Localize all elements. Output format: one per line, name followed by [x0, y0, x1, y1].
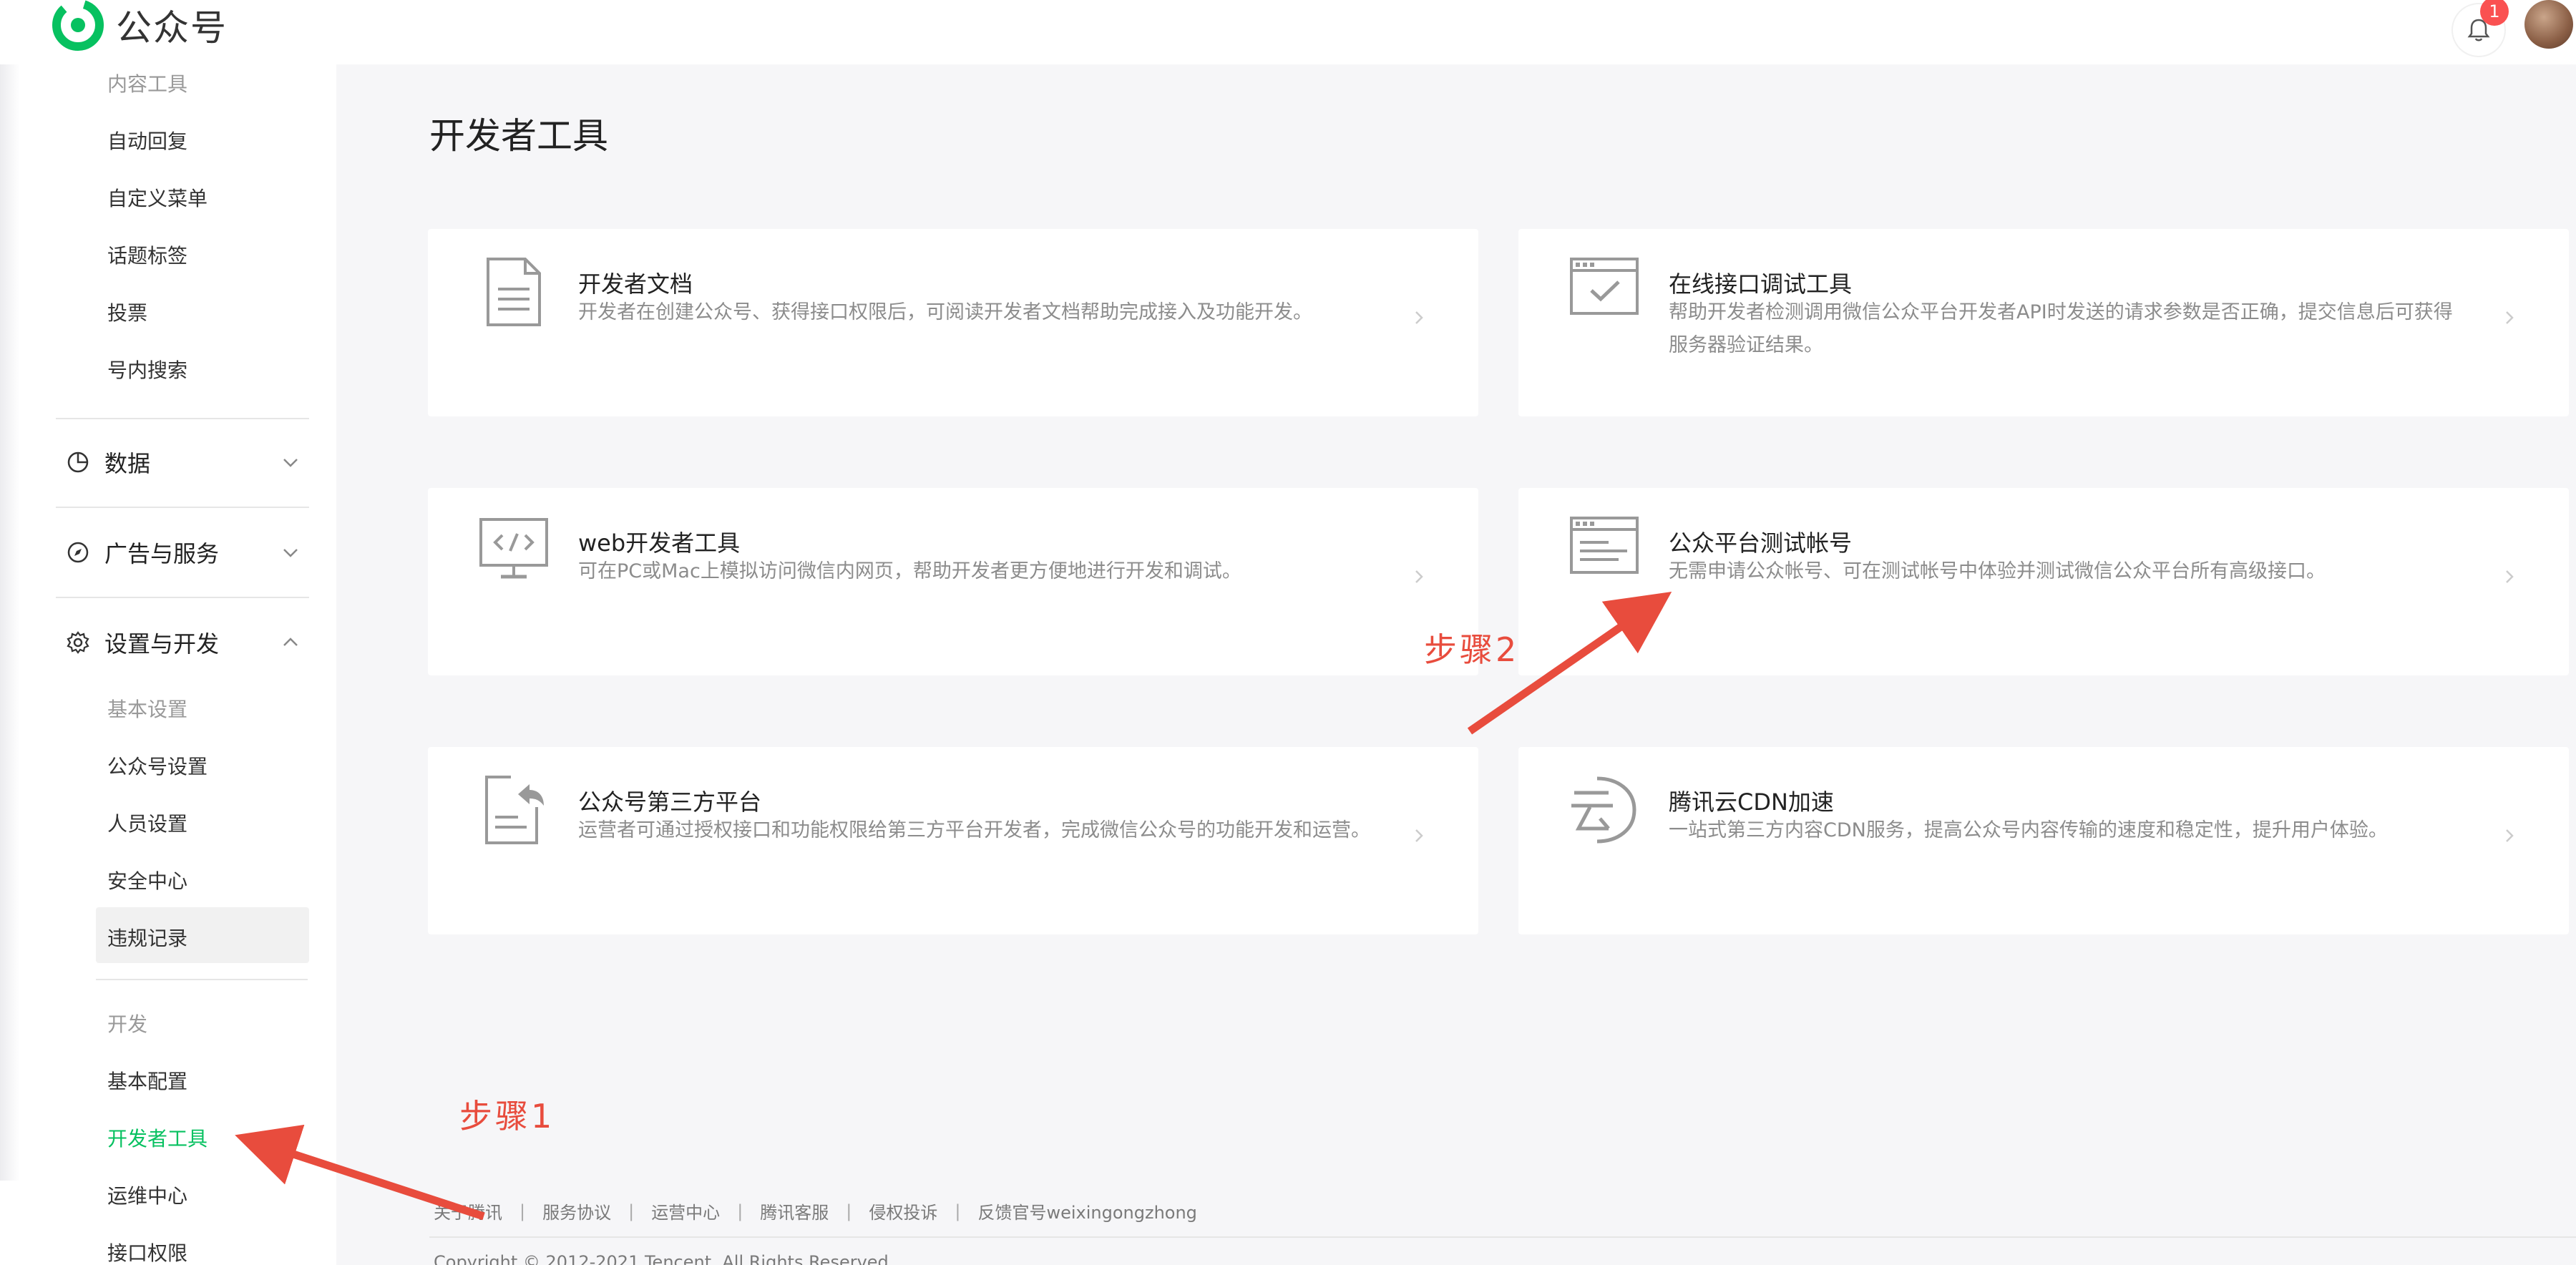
card-title: 腾讯云CDN加速 — [1669, 788, 1834, 816]
sidebar-group-content-tools: 内容工具 — [107, 72, 188, 96]
sidebar-group-basic-settings: 基本设置 — [107, 698, 188, 721]
sidebar-item-account-settings[interactable]: 公众号设置 — [107, 751, 208, 780]
footer-link-service-agreement[interactable]: 服务协议 — [542, 1198, 611, 1224]
sidebar-divider — [56, 597, 309, 598]
sidebar-item-violation-records[interactable]: 违规记录 — [107, 923, 187, 952]
card-api-debug-tool[interactable]: 在线接口调试工具 帮助开发者检测调用微信公众平台开发者API时发送的请求参数是否… — [1518, 229, 2569, 416]
footer-link-ops-center[interactable]: 运营中心 — [651, 1198, 720, 1224]
card-title: 公众平台测试帐号 — [1669, 529, 1853, 557]
sidebar-section-label: 设置与开发 — [104, 630, 220, 658]
sidebar-section-label: 数据 — [104, 450, 151, 477]
sidebar-item-custom-menu[interactable]: 自定义菜单 — [107, 183, 208, 212]
card-description: 运营者可通过授权接口和功能权限给第三方平台开发者，完成微信公众号的功能开发和运营… — [578, 819, 1370, 841]
footer-divider — [429, 1236, 2576, 1238]
card-title: 在线接口调试工具 — [1669, 270, 1853, 298]
card-title: web开发者工具 — [578, 529, 741, 557]
footer-separator: | — [628, 1201, 635, 1221]
cloud-icon — [1571, 776, 1636, 844]
avatar[interactable] — [2524, 0, 2573, 49]
sidebar-group-development: 开发 — [107, 1012, 148, 1036]
sidebar-item-member-settings[interactable]: 人员设置 — [107, 809, 187, 837]
card-description: 无需申请公众帐号、可在测试帐号中体验并测试微信公众平台所有高级接口。 — [1669, 560, 2326, 582]
logo[interactable]: 公众号 — [52, 0, 228, 51]
sidebar-item-security-center[interactable]: 安全中心 — [107, 866, 187, 894]
app-name: 公众号 — [116, 7, 228, 49]
card-description: 可在PC或Mac上模拟访问微信内网页，帮助开发者更方便地进行开发和调试。 — [578, 560, 1241, 582]
sidebar-item-vote[interactable]: 投票 — [107, 298, 147, 326]
card-description: 开发者在创建公众号、获得接口权限后，可阅读开发者文档帮助完成接入及功能开发。 — [578, 301, 1312, 323]
footer-separator: | — [955, 1201, 961, 1221]
sidebar-item-api-permissions[interactable]: 接口权限 — [107, 1238, 187, 1265]
compass-icon — [67, 542, 89, 563]
chevron-down-icon — [283, 549, 298, 557]
sidebar-divider — [96, 979, 308, 980]
footer-link-feedback[interactable]: 反馈官号weixingongzhong — [977, 1198, 1196, 1224]
pie-chart-icon — [67, 451, 89, 473]
document-icon — [487, 258, 541, 326]
top-bar: 公众号 1 — [0, 0, 2576, 64]
gear-icon — [67, 631, 89, 654]
sidebar-item-basic-config[interactable]: 基本配置 — [107, 1066, 187, 1095]
wechat-official-logo-icon — [52, 0, 104, 51]
chevron-down-icon — [283, 459, 298, 467]
footer-link-infringement[interactable]: 侵权投诉 — [869, 1198, 937, 1224]
sidebar-section-data[interactable]: 数据 — [66, 441, 309, 484]
card-title: 开发者文档 — [578, 270, 693, 298]
sidebar-item-auto-reply[interactable]: 自动回复 — [107, 126, 187, 155]
debug-window-icon — [1570, 258, 1639, 315]
sidebar-divider — [56, 507, 309, 508]
card-description: 帮助开发者检测调用微信公众平台开发者API时发送的请求参数是否正确，提交信息后可… — [1669, 301, 2453, 356]
sidebar-section-ads-services[interactable]: 广告与服务 — [66, 531, 309, 574]
chevron-right-icon — [2506, 311, 2514, 324]
sidebar-section-settings-dev[interactable]: 设置与开发 — [66, 621, 309, 664]
card-developer-docs[interactable]: 开发者文档 开发者在创建公众号、获得接口权限后，可阅读开发者文档帮助完成接入及功… — [428, 229, 1478, 416]
notification-badge: 1 — [2480, 0, 2509, 26]
chevron-right-icon — [1415, 829, 1423, 842]
footer-links: 关于腾讯 | 服务协议 | 运营中心 | 腾讯客服 | 侵权投诉 | 反馈官号w… — [434, 1198, 1197, 1224]
chevron-right-icon — [1415, 570, 1423, 583]
card-web-dev-tools[interactable]: web开发者工具 可在PC或Mac上模拟访问微信内网页，帮助开发者更方便地进行开… — [428, 488, 1478, 675]
footer-separator: | — [737, 1201, 743, 1221]
page-title: 开发者工具 — [429, 115, 608, 157]
sidebar-item-developer-tools[interactable]: 开发者工具 — [107, 1123, 208, 1152]
sidebar-item-in-account-search[interactable]: 号内搜索 — [107, 355, 187, 384]
card-test-account[interactable]: 公众平台测试帐号 无需申请公众帐号、可在测试帐号中体验并测试微信公众平台所有高级… — [1518, 488, 2569, 675]
sidebar-divider — [56, 418, 309, 419]
card-description: 一站式第三方内容CDN服务，提高公众号内容传输的速度和稳定性，提升用户体验。 — [1669, 819, 2388, 841]
code-monitor-icon — [479, 518, 548, 579]
sidebar-edge — [0, 64, 20, 1181]
chevron-right-icon — [1415, 311, 1423, 324]
footer-link-about[interactable]: 关于腾讯 — [434, 1198, 502, 1224]
card-third-party-platform[interactable]: 公众号第三方平台 运营者可通过授权接口和功能权限给第三方平台开发者，完成微信公众… — [428, 747, 1478, 934]
step1-label: 步骤1 — [459, 1097, 555, 1135]
card-tencent-cloud-cdn[interactable]: 腾讯云CDN加速 一站式第三方内容CDN服务，提高公众号内容传输的速度和稳定性，… — [1518, 747, 2569, 934]
test-account-icon — [1570, 517, 1639, 574]
footer-link-customer-service[interactable]: 腾讯客服 — [760, 1198, 829, 1224]
footer-separator: | — [846, 1201, 852, 1221]
chevron-right-icon — [2506, 829, 2514, 842]
third-party-icon — [485, 776, 544, 844]
sidebar-item-topic-tags[interactable]: 话题标签 — [107, 240, 187, 269]
step2-label: 步骤2 — [1424, 630, 1520, 669]
chevron-right-icon — [2506, 570, 2514, 583]
card-title: 公众号第三方平台 — [578, 788, 762, 816]
footer-separator: | — [519, 1201, 526, 1221]
copyright: Copyright © 2012-2021 Tencent. All Right… — [434, 1252, 894, 1265]
sidebar-section-label: 广告与服务 — [104, 540, 220, 567]
sidebar-item-ops-center[interactable]: 运维中心 — [107, 1181, 187, 1209]
chevron-up-icon — [283, 638, 298, 646]
